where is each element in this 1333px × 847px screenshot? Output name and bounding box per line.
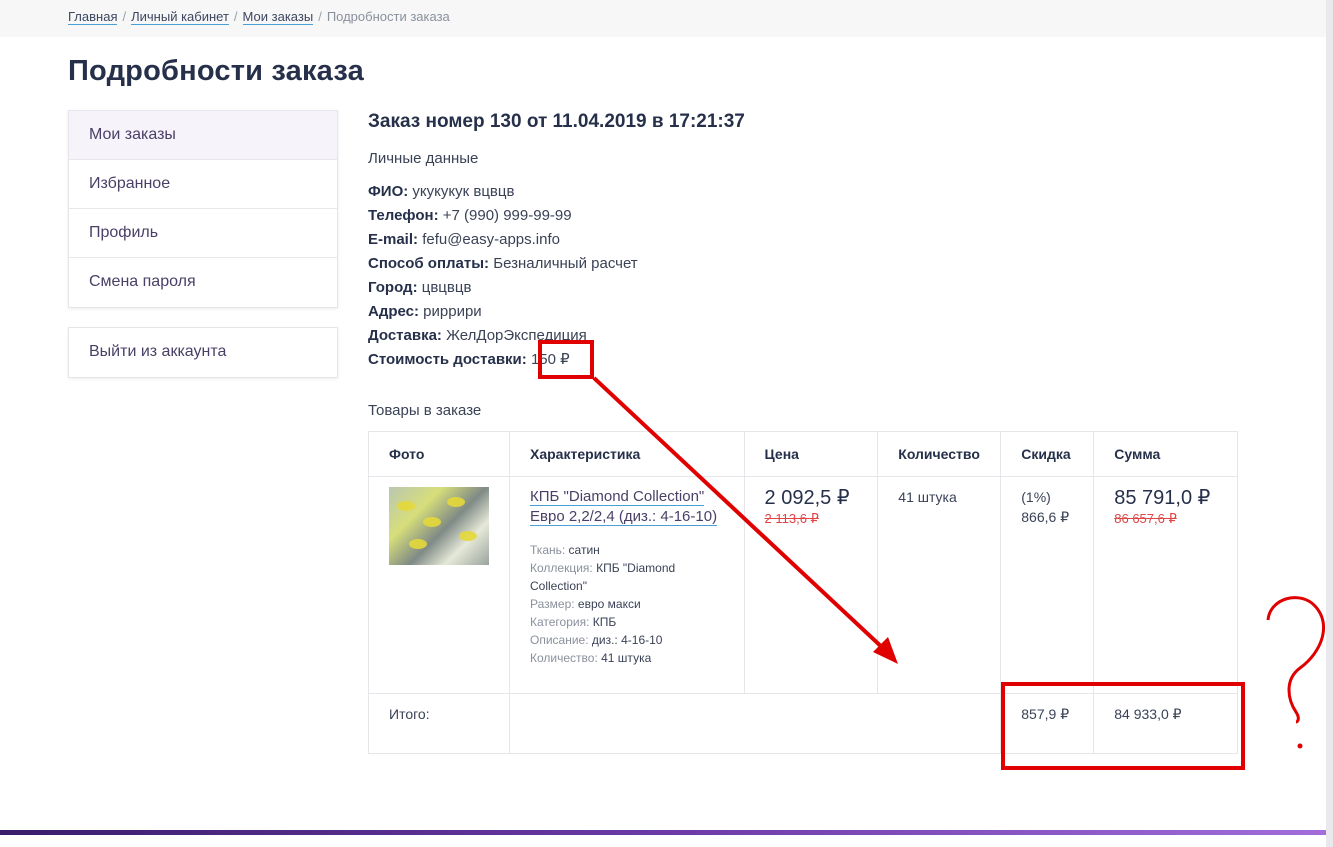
breadcrumb-account-link[interactable]: Личный кабинет bbox=[131, 9, 229, 25]
info-label: Город: bbox=[368, 279, 418, 296]
info-value: цвцвцв bbox=[421, 279, 472, 296]
page-title: Подробности заказа bbox=[68, 55, 364, 87]
info-value: 150 ₽ bbox=[530, 351, 570, 368]
table-total-row: Итого: 857,9 ₽ 84 933,0 ₽ bbox=[368, 693, 1238, 754]
question-mark-icon bbox=[1266, 596, 1325, 724]
info-value: fefu@easy-apps.info bbox=[422, 231, 560, 248]
discount-value: 866,6 ₽ bbox=[1021, 509, 1070, 525]
sidebar-item-change-password[interactable]: Смена пароля bbox=[69, 258, 337, 307]
quantity-value: 41 штука bbox=[898, 489, 957, 505]
order-items-table: Фото Характеристика Цена Количество Скид… bbox=[368, 431, 1238, 754]
order-title: Заказ номер 130 от 11.04.2019 в 17:21:37 bbox=[368, 111, 745, 132]
breadcrumb-current: Подробности заказа bbox=[326, 9, 450, 24]
logout-menu: Выйти из аккаунта bbox=[68, 327, 338, 378]
sum-old: 86 657,6 ₽ bbox=[1114, 511, 1177, 526]
col-header-specs: Характеристика bbox=[509, 431, 745, 477]
total-discount: 857,9 ₽ bbox=[1000, 693, 1095, 754]
breadcrumb-separator: / bbox=[233, 9, 238, 24]
prop-key: Категория: bbox=[530, 615, 590, 629]
info-value: риррири bbox=[423, 303, 482, 320]
prop-key: Ткань: bbox=[530, 543, 566, 557]
prop-value: КПБ bbox=[592, 615, 617, 629]
price-current: 2 092,5 ₽ bbox=[764, 487, 850, 509]
product-photo[interactable] bbox=[389, 487, 489, 565]
info-value: ЖелДорЭкспедиция bbox=[446, 327, 587, 344]
cell-specs: КПБ "Diamond Collection" Евро 2,2/2,4 (д… bbox=[509, 476, 745, 694]
info-value: укукукук вцвцв bbox=[412, 183, 515, 200]
sidebar-item-profile[interactable]: Профиль bbox=[69, 209, 337, 258]
scrollbar[interactable] bbox=[1326, 0, 1333, 847]
order-info: ФИО: укукукук вцвцв Телефон: +7 (990) 99… bbox=[368, 180, 638, 372]
prop-key: Коллекция: bbox=[530, 561, 593, 575]
prop-value: евро макси bbox=[577, 597, 641, 611]
question-mark-dot bbox=[1297, 743, 1303, 749]
cell-discount: (1%) 866,6 ₽ bbox=[1000, 476, 1095, 694]
footer-divider bbox=[0, 830, 1326, 835]
sidebar-menu: Мои заказы Избранное Профиль Смена парол… bbox=[68, 110, 338, 308]
prop-key: Описание: bbox=[530, 633, 589, 647]
total-sum: 84 933,0 ₽ bbox=[1093, 693, 1238, 754]
info-payment: Способ оплаты: Безналичный расчет bbox=[368, 252, 638, 276]
total-label: Итого: bbox=[368, 693, 510, 754]
breadcrumb-orders-link[interactable]: Мои заказы bbox=[242, 9, 314, 25]
info-label: Стоимость доставки: bbox=[368, 351, 527, 368]
sidebar-item-favorites[interactable]: Избранное bbox=[69, 160, 337, 209]
discount-percent: (1%) bbox=[1021, 489, 1051, 505]
info-fio: ФИО: укукукук вцвцв bbox=[368, 180, 638, 204]
sum-current: 85 791,0 ₽ bbox=[1114, 487, 1211, 509]
info-phone: Телефон: +7 (990) 999-99-99 bbox=[368, 204, 638, 228]
prop-value: сатин bbox=[568, 543, 600, 557]
prop-key: Размер: bbox=[530, 597, 575, 611]
breadcrumb-separator: / bbox=[122, 9, 127, 24]
table-row: КПБ "Diamond Collection" Евро 2,2/2,4 (д… bbox=[368, 476, 1238, 694]
info-label: Адрес: bbox=[368, 303, 419, 320]
info-label: Доставка: bbox=[368, 327, 442, 344]
price-old: 2 113,6 ₽ bbox=[764, 511, 819, 526]
product-props: Ткань: сатин Коллекция: КПБ "Diamond Col… bbox=[530, 541, 724, 667]
info-label: ФИО: bbox=[368, 183, 409, 200]
col-header-sum: Сумма bbox=[1093, 431, 1238, 477]
col-header-discount: Скидка bbox=[1000, 431, 1095, 477]
total-empty bbox=[508, 693, 1002, 754]
col-header-quantity: Количество bbox=[877, 431, 1002, 477]
breadcrumb: Главная / Личный кабинет / Мои заказы / Подроб… bbox=[68, 9, 450, 25]
cell-sum: 85 791,0 ₽ 86 657,6 ₽ bbox=[1093, 476, 1238, 694]
table-header-row: Фото Характеристика Цена Количество Скид… bbox=[368, 431, 1238, 477]
total-label-text: Итого: bbox=[389, 706, 430, 722]
prop-value: 41 штука bbox=[601, 651, 652, 665]
logout-button[interactable]: Выйти из аккаунта bbox=[69, 328, 337, 377]
info-city: Город: цвцвцв bbox=[368, 276, 638, 300]
total-sum-value: 84 933,0 ₽ bbox=[1114, 706, 1182, 722]
personal-data-label: Личные данные bbox=[368, 150, 479, 167]
cell-price: 2 092,5 ₽ 2 113,6 ₽ bbox=[743, 476, 879, 694]
cell-photo bbox=[368, 476, 510, 694]
info-label: Способ оплаты: bbox=[368, 255, 490, 272]
info-label: E-mail: bbox=[368, 231, 419, 248]
total-discount-value: 857,9 ₽ bbox=[1021, 706, 1070, 722]
product-link[interactable]: КПБ "Diamond Collection" Евро 2,2/2,4 (д… bbox=[530, 488, 718, 526]
prop-value: диз.: 4-16-10 bbox=[591, 633, 663, 647]
info-label: Телефон: bbox=[368, 207, 439, 224]
goods-label: Товары в заказе bbox=[368, 402, 482, 419]
cell-quantity: 41 штука bbox=[877, 476, 1002, 694]
info-address: Адрес: риррири bbox=[368, 300, 638, 324]
col-header-price: Цена bbox=[743, 431, 879, 477]
prop-key: Количество: bbox=[530, 651, 598, 665]
col-header-photo: Фото bbox=[368, 431, 510, 477]
breadcrumb-home-link[interactable]: Главная bbox=[68, 9, 118, 25]
info-email: E-mail: fefu@easy-apps.info bbox=[368, 228, 638, 252]
info-value: Безналичный расчет bbox=[493, 255, 638, 272]
info-delivery-cost: Стоимость доставки: 150 ₽ bbox=[368, 348, 638, 372]
info-value: +7 (990) 999-99-99 bbox=[442, 207, 572, 224]
sidebar-item-orders[interactable]: Мои заказы bbox=[69, 111, 337, 160]
breadcrumb-separator: / bbox=[318, 9, 322, 24]
info-delivery: Доставка: ЖелДорЭкспедиция bbox=[368, 324, 638, 348]
